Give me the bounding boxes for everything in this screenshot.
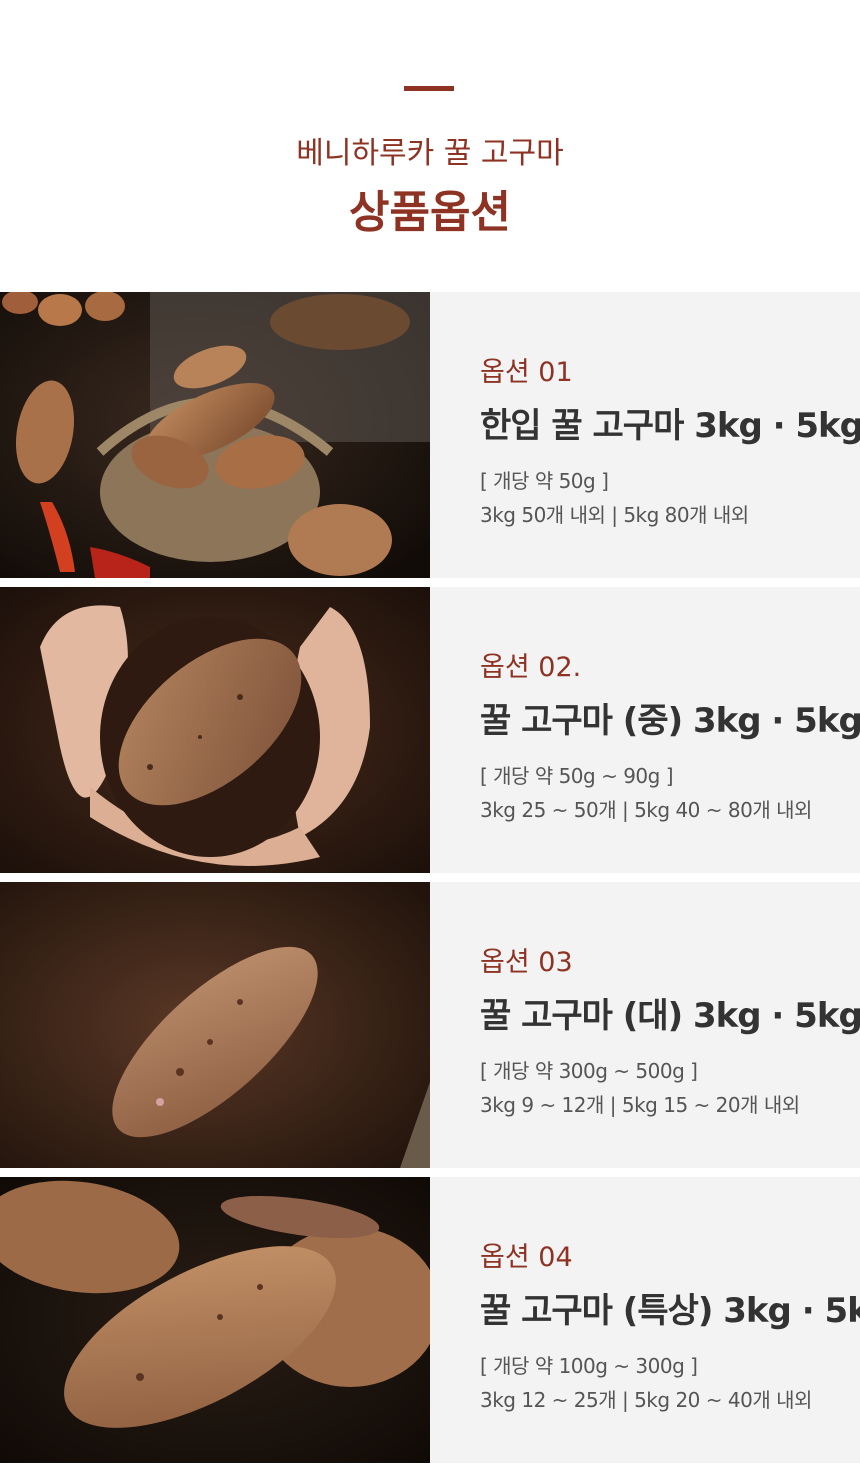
option-name: 꿀 고구마 (대) 3kg · 5kg [480, 996, 860, 1036]
count-note: 3kg 25 ~ 50개 | 5kg 40 ~ 80개 내외 [480, 798, 812, 822]
option-card[interactable]: 옵션 02. 꿀 고구마 (중) 3kg · 5kg [ 개당 약 50g ~ … [0, 587, 860, 873]
options-list: 옵션 01 한입 꿀 고구마 3kg · 5kg [ 개당 약 50g ] 3k… [0, 292, 860, 1463]
option-description: [ 개당 약 50g ~ 90g ] 3kg 25 ~ 50개 | 5kg 40… [480, 759, 812, 827]
weight-note: [ 개당 약 50g ] [480, 469, 609, 493]
option-name: 꿀 고구마 (중) 3kg · 5kg [480, 701, 860, 741]
accent-bar [404, 86, 454, 91]
hands-holding-sweet-potato-image [0, 587, 430, 873]
count-note: 3kg 9 ~ 12개 | 5kg 15 ~ 20개 내외 [480, 1093, 800, 1117]
large-sweet-potatoes-image [0, 1177, 430, 1463]
option-info-panel: 옵션 02. 꿀 고구마 (중) 3kg · 5kg [ 개당 약 50g ~ … [430, 587, 860, 873]
page-header: 베니하루카 꿀 고구마 상품옵션 [0, 0, 860, 292]
page-title: 상품옵션 [349, 187, 511, 238]
option-description: [ 개당 약 100g ~ 300g ] 3kg 12 ~ 25개 | 5kg … [480, 1349, 812, 1417]
option-card[interactable]: 옵션 01 한입 꿀 고구마 3kg · 5kg [ 개당 약 50g ] 3k… [0, 292, 860, 578]
option-info-panel: 옵션 03 꿀 고구마 (대) 3kg · 5kg [ 개당 약 300g ~ … [430, 882, 860, 1168]
option-number: 옵션 01 [480, 357, 573, 388]
count-note: 3kg 50개 내외 | 5kg 80개 내외 [480, 503, 749, 527]
option-name: 한입 꿀 고구마 3kg · 5kg [480, 406, 860, 446]
weight-note: [ 개당 약 50g ~ 90g ] [480, 764, 673, 788]
weight-note: [ 개당 약 300g ~ 500g ] [480, 1059, 698, 1083]
count-note: 3kg 12 ~ 25개 | 5kg 20 ~ 40개 내외 [480, 1388, 812, 1412]
option-number: 옵션 04 [480, 1242, 573, 1273]
option-card[interactable]: 옵션 03 꿀 고구마 (대) 3kg · 5kg [ 개당 약 300g ~ … [0, 882, 860, 1168]
sweet-potato-in-soil-image [0, 882, 430, 1168]
option-info-panel: 옵션 04 꿀 고구마 (특상) 3kg · 5kg [ 개당 약 100g ~… [430, 1177, 860, 1463]
option-number: 옵션 03 [480, 947, 573, 978]
product-subtitle: 베니하루카 꿀 고구마 [296, 136, 564, 171]
sweet-potato-basket-image [0, 292, 430, 578]
option-name: 꿀 고구마 (특상) 3kg · 5kg [480, 1291, 860, 1331]
option-description: [ 개당 약 50g ] 3kg 50개 내외 | 5kg 80개 내외 [480, 464, 749, 532]
option-number: 옵션 02. [480, 652, 582, 683]
option-description: [ 개당 약 300g ~ 500g ] 3kg 9 ~ 12개 | 5kg 1… [480, 1054, 800, 1122]
option-info-panel: 옵션 01 한입 꿀 고구마 3kg · 5kg [ 개당 약 50g ] 3k… [430, 292, 860, 578]
option-card[interactable]: 옵션 04 꿀 고구마 (특상) 3kg · 5kg [ 개당 약 100g ~… [0, 1177, 860, 1463]
weight-note: [ 개당 약 100g ~ 300g ] [480, 1354, 698, 1378]
